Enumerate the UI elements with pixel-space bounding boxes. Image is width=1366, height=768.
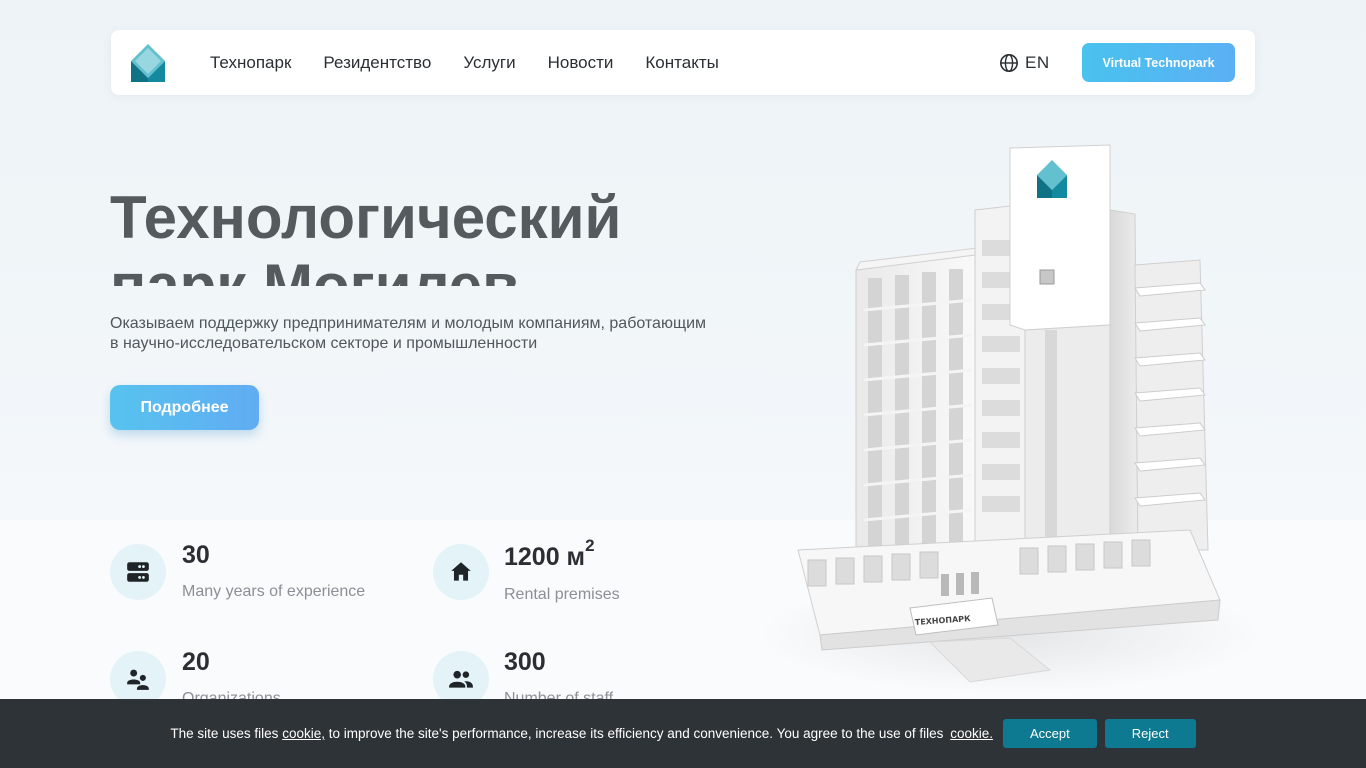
site-header: Технопарк Резидентство Услуги Новости Ко… [111, 30, 1255, 95]
cookie-link[interactable]: cookie, [282, 726, 325, 741]
hero-subtitle-line1: Оказываем поддержку предпринимателям и м… [110, 315, 707, 332]
stat-rental-icon-circle [433, 544, 489, 600]
nav-item-services[interactable]: Услуги [463, 53, 515, 73]
globe-icon [1000, 53, 1018, 72]
nav-item-residency[interactable]: Резидентство [323, 53, 431, 73]
more-button[interactable]: Подробнее [110, 385, 259, 430]
main-nav: Технопарк Резидентство Услуги Новости Ко… [210, 30, 751, 95]
stat-staff-value: 300 [504, 648, 546, 676]
stat-experience-label: Many years of experience [182, 583, 366, 600]
users-icon [449, 670, 473, 688]
hero-subtitle: Оказываем поддержку предпринимателям и м… [110, 314, 750, 354]
accept-cookies-button[interactable]: Accept [1002, 719, 1097, 748]
stat-experience-icon-circle [110, 544, 166, 600]
server-icon [127, 562, 149, 582]
nav-item-news[interactable]: Новости [548, 53, 614, 73]
technopark-building-illustration: ТЕХНОПАРК [760, 130, 1260, 695]
language-switcher[interactable]: EN [999, 30, 1050, 95]
reject-cookies-button[interactable]: Reject [1104, 719, 1196, 748]
hero-title-line2: парк Могилев [110, 252, 520, 286]
stat-organizations-value: 20 [182, 648, 210, 676]
home-icon [451, 562, 471, 581]
cookie-policy-link[interactable]: cookie. [950, 726, 993, 741]
virtual-technopark-button[interactable]: Virtual Technopark [1082, 43, 1235, 82]
hero-subtitle-line2: в научно-исследовательском секторе и про… [110, 335, 538, 352]
cookie-message: The site uses files cookie, to improve t… [170, 726, 993, 741]
nav-item-technopark[interactable]: Технопарк [210, 53, 291, 73]
stat-rental-label: Rental premises [504, 586, 620, 603]
stat-rental-value: 1200 м2 [504, 536, 595, 571]
technopark-logo[interactable] [131, 44, 165, 82]
stat-experience-value: 30 [182, 541, 210, 569]
stat-rental-superscript: 2 [585, 536, 595, 555]
hero-title: Технологический парк Могилев [110, 178, 770, 286]
cookie-banner: The site uses files cookie, to improve t… [0, 699, 1366, 768]
nav-item-contacts[interactable]: Контакты [645, 53, 718, 73]
hero-title-line1: Технологический [110, 184, 622, 251]
language-label: EN [1025, 52, 1050, 72]
user-group-icon [127, 669, 149, 690]
